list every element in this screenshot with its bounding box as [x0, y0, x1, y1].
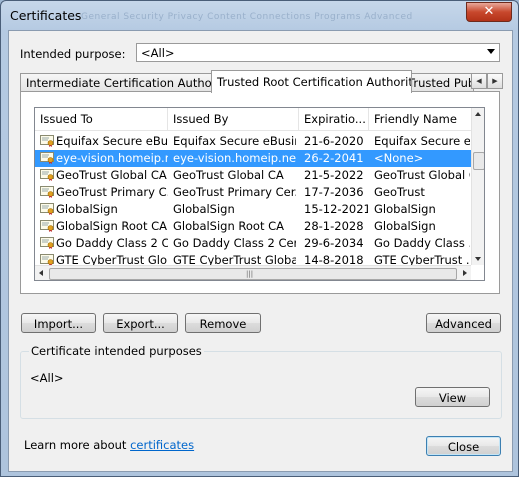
cell-expiration: 17-7-2036: [304, 185, 364, 199]
cell-friendly-name: GlobalSign: [374, 219, 436, 233]
cell-expiration: 28-1-2028: [304, 219, 364, 233]
certificate-icon: [40, 135, 54, 147]
cell-issued-to: GlobalSign Root CA: [56, 219, 168, 233]
cell-friendly-name: Go Daddy Class ...: [374, 236, 470, 250]
chevron-down-icon: [487, 49, 495, 54]
cell-issued-by: Go Daddy Class 2 Cert...: [173, 236, 296, 250]
tab-trusted-root-ca[interactable]: Trusted Root Certification Authorities: [211, 70, 412, 93]
horizontal-scroll-thumb[interactable]: |||: [49, 268, 457, 280]
list-rows: Equifax Secure eBu... Equifax Secure eBus…: [35, 133, 471, 269]
intended-purposes-group: Certificate intended purposes <All>: [20, 344, 502, 419]
window-title: Certificates: [10, 8, 82, 23]
certificate-icon: [40, 237, 54, 249]
certificate-icon: [40, 203, 54, 215]
remove-button[interactable]: Remove: [185, 313, 261, 333]
title-bar[interactable]: Certificates General Security Privacy Co…: [1, 1, 518, 29]
list-header: Issued To Issued By Expiratio... Friendl…: [35, 108, 471, 131]
table-row[interactable]: GlobalSign Root CA GlobalSign Root CA 28-1…: [35, 218, 471, 235]
cell-issued-by: GeoTrust Global CA: [173, 168, 284, 182]
intended-purpose-select[interactable]: <All>: [136, 43, 500, 62]
scroll-up-icon[interactable]: [475, 112, 481, 116]
scroll-right-icon[interactable]: [463, 270, 467, 276]
dialog-body: Intended purpose: <All> Intermediate Cer…: [8, 30, 513, 472]
window-close-button[interactable]: ✕: [466, 2, 512, 22]
horizontal-scrollbar[interactable]: |||: [35, 265, 471, 280]
column-header-issued-by[interactable]: Issued By: [168, 108, 299, 130]
cell-expiration: 21-6-2020: [304, 134, 364, 148]
column-header-issued-to[interactable]: Issued To: [35, 108, 168, 130]
cell-issued-to: eye-vision.homeip.net: [56, 151, 168, 165]
cell-issued-by: GlobalSign: [173, 202, 235, 216]
import-button[interactable]: Import...: [21, 313, 96, 333]
cell-issued-to: GeoTrust Global CA: [56, 168, 167, 182]
intended-purpose-label: Intended purpose:: [20, 47, 126, 61]
background-window-tabs: General Security Privacy Content Connect…: [81, 12, 413, 22]
column-header-friendly-name[interactable]: Friendly Name: [369, 108, 471, 130]
table-row[interactable]: Equifax Secure eBu... Equifax Secure eBus…: [35, 133, 471, 150]
certificate-icon: [40, 169, 54, 181]
table-row[interactable]: GlobalSign GlobalSign 15-12-2021 GlobalSign: [35, 201, 471, 218]
certificate-icon: [40, 186, 54, 198]
grip-icon: |||: [246, 270, 254, 278]
cell-expiration: 15-12-2021: [304, 202, 368, 216]
cell-issued-to: Equifax Secure eBu...: [56, 134, 168, 148]
cell-expiration: 21-5-2022: [304, 168, 364, 182]
export-button[interactable]: Export...: [103, 313, 178, 333]
cell-issued-by: GeoTrust Primary Cer...: [173, 185, 296, 199]
table-row[interactable]: GeoTrust Global CA GeoTrust Global CA 21-5…: [35, 167, 471, 184]
tab-trusted-publishers[interactable]: Trusted Publ: [402, 73, 474, 92]
learn-more-label: Learn more about: [24, 438, 131, 452]
cell-expiration: 29-6-2034: [304, 236, 364, 250]
view-button[interactable]: View: [415, 387, 490, 407]
intended-purposes-value: <All>: [30, 371, 64, 385]
cell-friendly-name: GeoTrust Global CA: [374, 168, 470, 182]
certificate-icon: [40, 220, 54, 232]
cell-issued-by: eye-vision.homeip.net: [173, 151, 296, 165]
cell-issued-by: Equifax Secure eBusin...: [173, 134, 296, 148]
column-header-expiration[interactable]: Expiratio...: [299, 108, 369, 130]
cell-issued-to: Go Daddy Class 2 C...: [56, 236, 168, 250]
cell-issued-to: GlobalSign: [56, 202, 118, 216]
cell-friendly-name: Equifax Secure e...: [374, 134, 470, 148]
close-button[interactable]: Close: [426, 436, 501, 456]
cell-friendly-name: GeoTrust: [374, 185, 425, 199]
vertical-scroll-thumb[interactable]: [473, 152, 484, 170]
tabs-scroll-left-icon[interactable]: ◀: [471, 73, 487, 89]
intended-purposes-caption: Certificate intended purposes: [29, 344, 204, 358]
cell-issued-to: GeoTrust Primary C...: [56, 185, 168, 199]
table-row[interactable]: GeoTrust Primary C... GeoTrust Primary Ce…: [35, 184, 471, 201]
scroll-down-icon[interactable]: [475, 257, 481, 261]
advanced-button[interactable]: Advanced: [426, 313, 501, 333]
scroll-left-icon[interactable]: [39, 270, 43, 276]
tabs-scroll-right-icon[interactable]: ▶: [487, 73, 503, 89]
cell-friendly-name: <None>: [374, 151, 424, 165]
tab-intermediate-ca[interactable]: Intermediate Certification Authorities: [20, 73, 220, 92]
certificate-icon: [40, 152, 54, 164]
table-row[interactable]: eye-vision.homeip.net eye-vision.homeip.n…: [35, 150, 471, 167]
cell-issued-by: GlobalSign Root CA: [173, 219, 285, 233]
certificate-list[interactable]: Issued To Issued By Expiratio... Friendl…: [34, 107, 485, 281]
learn-more-text: Learn more about certificates: [24, 438, 194, 452]
certificates-link[interactable]: certificates: [130, 438, 194, 452]
cell-expiration: 26-2-2041: [304, 151, 364, 165]
table-row[interactable]: Go Daddy Class 2 C... Go Daddy Class 2 Ce…: [35, 235, 471, 252]
intended-purpose-value: <All>: [141, 46, 175, 60]
tab-page: Issued To Issued By Expiratio... Friendl…: [20, 91, 500, 294]
cell-friendly-name: GlobalSign: [374, 202, 436, 216]
vertical-scrollbar[interactable]: [471, 108, 484, 265]
certificates-window: Certificates General Security Privacy Co…: [0, 0, 519, 477]
